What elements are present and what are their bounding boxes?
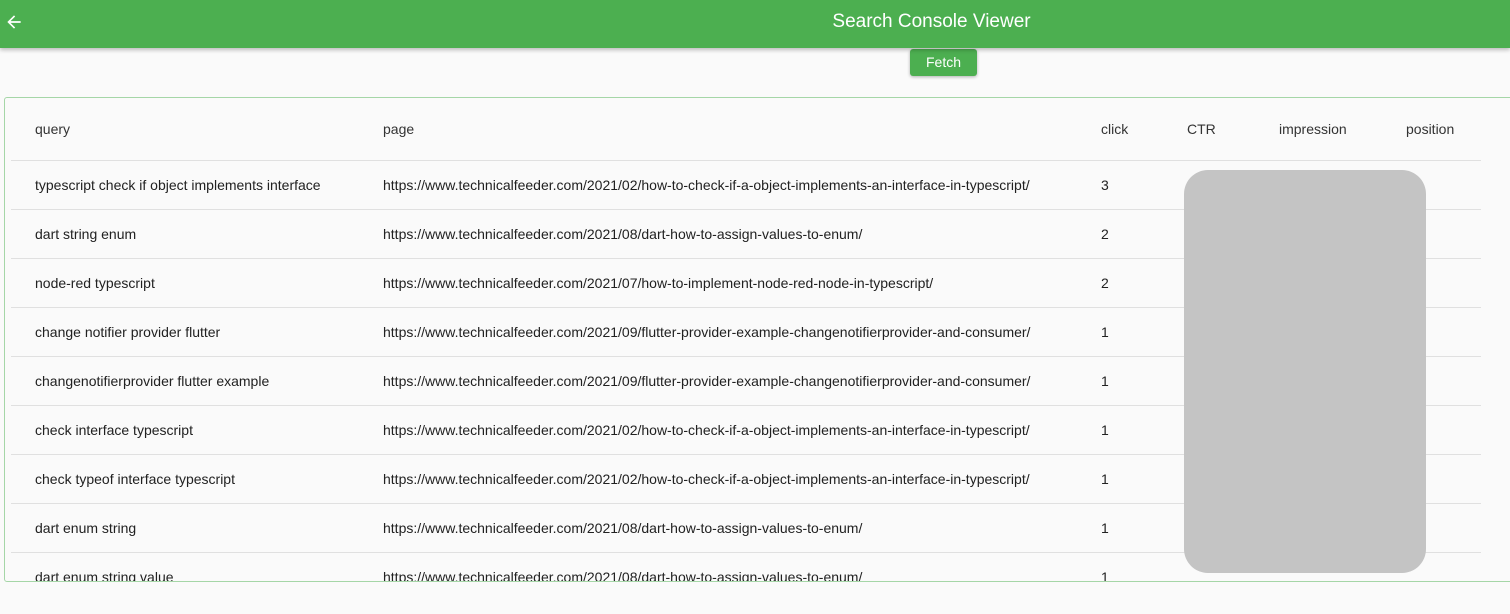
cell-click: 1 — [1101, 569, 1109, 582]
cell-click: 1 — [1101, 422, 1109, 438]
cell-query: dart enum string — [35, 520, 137, 536]
cell-click: 2 — [1101, 226, 1109, 242]
cell-click: 1 — [1101, 471, 1109, 487]
cell-page: https://www.technicalfeeder.com/2021/08/… — [383, 226, 863, 242]
cell-query: node-red typescript — [35, 275, 155, 291]
cell-click: 1 — [1101, 324, 1109, 340]
cell-page: https://www.technicalfeeder.com/2021/09/… — [383, 373, 1031, 389]
cell-query: check typeof interface typescript — [35, 471, 235, 487]
cell-page: https://www.technicalfeeder.com/2021/09/… — [383, 324, 1031, 340]
redaction-overlay — [1184, 170, 1426, 573]
cell-query: changenotifierprovider flutter example — [35, 373, 270, 389]
cell-query: change notifier provider flutter — [35, 324, 221, 340]
cell-click: 3 — [1101, 177, 1109, 193]
cell-page: https://www.technicalfeeder.com/2021/08/… — [383, 569, 863, 582]
page-title: Search Console Viewer — [832, 11, 1031, 32]
cell-click: 1 — [1101, 520, 1109, 536]
cell-page: https://www.technicalfeeder.com/2021/02/… — [383, 177, 1030, 193]
cell-query: dart string enum — [35, 226, 137, 242]
column-header-query[interactable]: query — [35, 98, 70, 160]
column-header-click[interactable]: click — [1101, 98, 1128, 160]
column-header-page[interactable]: page — [383, 98, 414, 160]
cell-click: 2 — [1101, 275, 1109, 291]
fetch-button[interactable]: Fetch — [910, 49, 977, 76]
cell-query: typescript check if object implements in… — [35, 177, 321, 193]
cell-click: 1 — [1101, 373, 1109, 389]
cell-page: https://www.technicalfeeder.com/2021/08/… — [383, 520, 863, 536]
cell-query: dart enum string value — [35, 569, 174, 582]
app-bar: Search Console Viewer — [0, 0, 1510, 48]
cell-page: https://www.technicalfeeder.com/2021/07/… — [383, 275, 934, 291]
table-header-row: query page click CTR impression position — [11, 98, 1481, 161]
column-header-ctr[interactable]: CTR — [1187, 98, 1216, 160]
cell-page: https://www.technicalfeeder.com/2021/02/… — [383, 471, 1030, 487]
column-header-position[interactable]: position — [1406, 98, 1454, 160]
cell-query: check interface typescript — [35, 422, 193, 438]
cell-page: https://www.technicalfeeder.com/2021/02/… — [383, 422, 1030, 438]
column-header-impression[interactable]: impression — [1279, 98, 1347, 160]
